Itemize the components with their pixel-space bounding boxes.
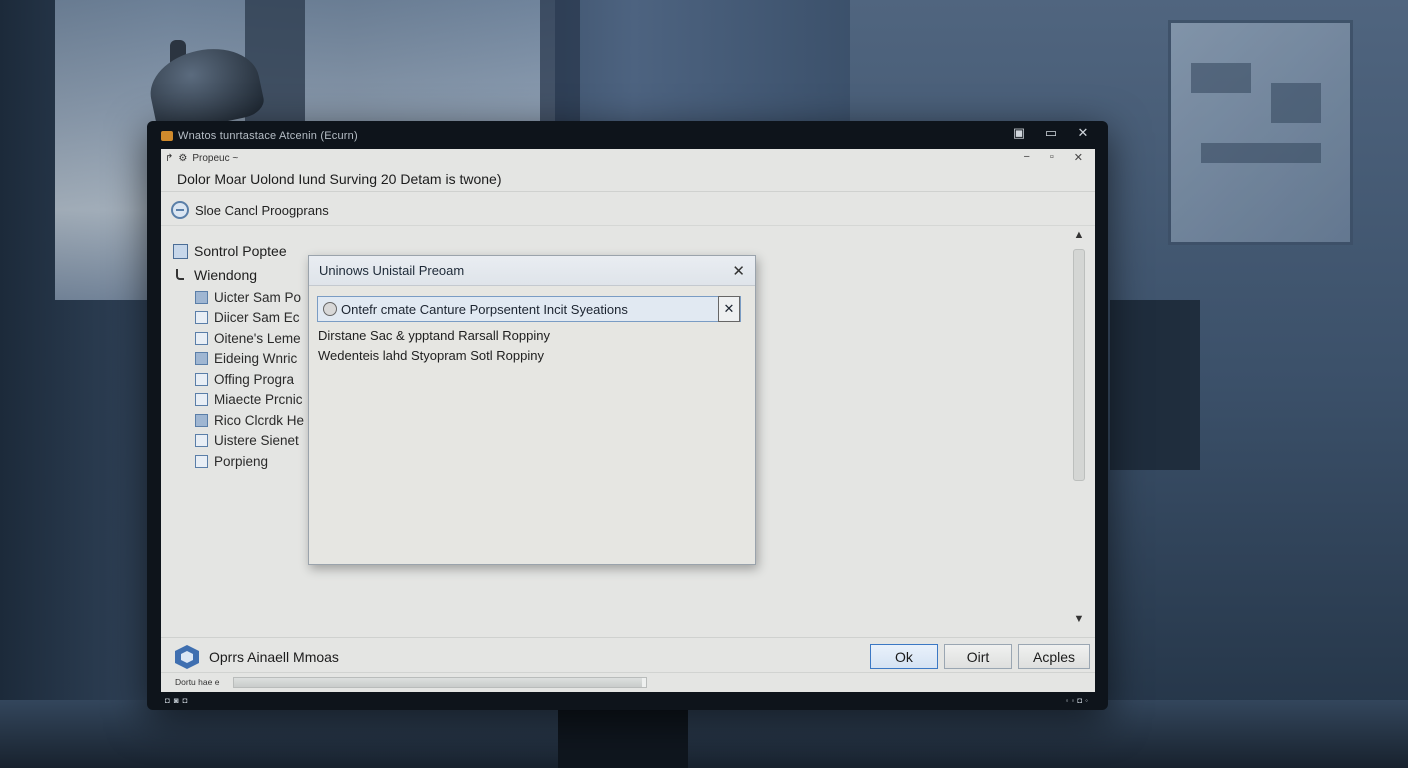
taskbar-icons: ◘◙◘ <box>165 696 192 705</box>
tree-item-label: Uicter Sam Po <box>214 289 302 305</box>
dialog-title: Uninows Unistail Preoam <box>319 263 465 278</box>
monitor-bottom-bar: ◘◙◘ ◦◦◘◦ <box>161 694 1095 708</box>
scroll-thumb[interactable] <box>1073 249 1085 481</box>
status-text: Dortu hae e <box>175 677 220 687</box>
close-button[interactable]: ✕ <box>1074 151 1083 164</box>
tree-item-label: Oitene's Leme <box>214 330 301 346</box>
footer-info: Oprrs Ainaell Mmoas <box>175 645 339 669</box>
scroll-up-icon[interactable]: ▲ <box>1070 229 1088 245</box>
list-icon <box>195 352 208 366</box>
tree-item[interactable]: Porpieng <box>195 451 313 472</box>
background-poster <box>1168 20 1353 245</box>
tree-item[interactable]: Oitene's Leme <box>195 328 313 349</box>
page-icon <box>195 393 208 407</box>
selected-program-field[interactable]: Ontefr cmate Canture Porpsentent Incit S… <box>317 296 741 322</box>
tree-item[interactable]: Miaecte Prcnic <box>195 390 313 411</box>
window-icon <box>195 372 208 386</box>
control-panel-icon <box>173 243 188 259</box>
nav-text[interactable]: Propeuc ~ <box>192 153 238 164</box>
tree-items: Uicter Sam Po Diicer Sam Ec Oitene's Lem… <box>195 287 313 472</box>
tree-item[interactable]: Uicter Sam Po <box>195 287 313 308</box>
back-icon[interactable]: ↱ <box>165 153 173 164</box>
restore-icon[interactable]: ▣ <box>1010 125 1028 141</box>
folder-icon <box>195 331 208 345</box>
window-topbar: ↱ ⚙ Propeuc ~ − ▫ ✕ <box>161 149 1095 167</box>
pen-icon <box>195 311 208 325</box>
outer-window-title: Wnatos tunrtastace Atcenin (Ecurn) <box>178 130 358 142</box>
monitor: Wnatos tunrtastace Atcenin (Ecurn) ▣ ▭ ✕… <box>147 121 1108 710</box>
maximize-icon[interactable]: ▭ <box>1042 125 1060 141</box>
tree-item-label: Rico Clcrdk He <box>214 412 305 428</box>
close-icon[interactable]: ✕ <box>1074 125 1092 141</box>
tree-item-label: Eideing Wnric <box>214 351 298 367</box>
shield-hex-icon <box>175 645 199 669</box>
program-icon <box>323 302 337 316</box>
uninstall-icon <box>171 201 189 219</box>
tree-child-windows[interactable]: Wiendong <box>173 263 313 287</box>
dialog-text-line: Dirstane Sac & ypptand Rarsall Roppiny <box>318 328 550 343</box>
scroll-down-icon[interactable]: ▼ <box>1070 613 1088 629</box>
maximize-button[interactable]: ▫ <box>1050 151 1054 164</box>
dialog-titlebar: Uninows Unistail Preoam ✕ <box>309 256 755 286</box>
tree-item-label: Uistere Sienet <box>214 433 299 449</box>
monitor-stand <box>558 704 688 768</box>
document-icon <box>195 290 208 304</box>
tree-item-label: Porpieng <box>214 453 269 469</box>
footer-label: Oprrs Ainaell Mmoas <box>209 649 339 665</box>
tree-item-label: Diicer Sam Ec <box>214 310 300 326</box>
tray-icons: ◦◦◘◦ <box>1065 696 1091 705</box>
tree-item[interactable]: Diicer Sam Ec <box>195 308 313 329</box>
tree-item-label: Offing Progra <box>214 371 295 387</box>
box-icon <box>195 434 208 448</box>
desk-surface <box>0 700 1408 768</box>
mail-icon <box>195 413 208 427</box>
toolbar-label: Sloe Cancl Proogprans <box>195 202 329 218</box>
tree-item-label: Miaecte Prcnic <box>214 392 303 408</box>
vertical-scrollbar[interactable]: ▲ ▼ <box>1070 229 1088 629</box>
toolbar-item[interactable]: Sloe Cancl Proogprans <box>171 201 329 219</box>
tree-root-control-panel[interactable]: Sontrol Poptee <box>173 239 313 263</box>
cancel-button[interactable]: Oirt <box>944 644 1012 669</box>
dialog-close-icon[interactable]: ✕ <box>732 262 745 280</box>
app-icon <box>161 131 173 141</box>
tree-child-label: Wiendong <box>194 267 258 283</box>
divider <box>161 191 1095 192</box>
main-window: ↱ ⚙ Propeuc ~ − ▫ ✕ Dolor Moar Uolond Iu… <box>161 149 1095 692</box>
outer-titlebar: Wnatos tunrtastace Atcenin (Ecurn) <box>161 124 1096 148</box>
uninstall-dialog: Uninows Unistail Preoam ✕ Ontefr cmate C… <box>308 255 756 565</box>
divider <box>161 637 1095 638</box>
tree-item[interactable]: Eideing Wnric <box>195 349 313 370</box>
tree-root-label: Sontrol Poptee <box>194 243 287 259</box>
field-value: Ontefr cmate Canture Porpsentent Incit S… <box>341 301 628 317</box>
card-icon <box>195 454 208 468</box>
outer-window-controls: ▣ ▭ ✕ <box>1010 125 1092 141</box>
status-bar: Dortu hae e <box>161 672 1095 690</box>
expand-arrow-icon <box>173 268 188 283</box>
window-controls: − ▫ ✕ <box>1023 151 1083 164</box>
tree-item[interactable]: Rico Clcrdk He <box>195 410 313 431</box>
background-shelf <box>1110 300 1200 470</box>
divider <box>161 225 1095 226</box>
minimize-button[interactable]: − <box>1023 151 1029 164</box>
progress-bar <box>233 677 647 688</box>
nav-bar: ↱ ⚙ Propeuc ~ <box>165 153 238 164</box>
tree-item[interactable]: Uistere Sienet <box>195 431 313 452</box>
progress-fill <box>234 678 642 687</box>
dialog-text-line: Wedenteis lahd Styopram Sotl Roppiny <box>318 348 544 363</box>
clear-field-icon[interactable]: ✕ <box>718 296 740 322</box>
page-heading: Dolor Moar Uolond Iund Surving 20 Detam … <box>177 171 502 187</box>
sidebar-tree: Sontrol Poptee Wiendong Uicter Sam Po Di… <box>173 239 313 472</box>
apply-button[interactable]: Acples <box>1018 644 1090 669</box>
tree-item[interactable]: Offing Progra <box>195 369 313 390</box>
ok-button[interactable]: Ok <box>870 644 938 669</box>
settings-icon[interactable]: ⚙ <box>178 153 187 164</box>
